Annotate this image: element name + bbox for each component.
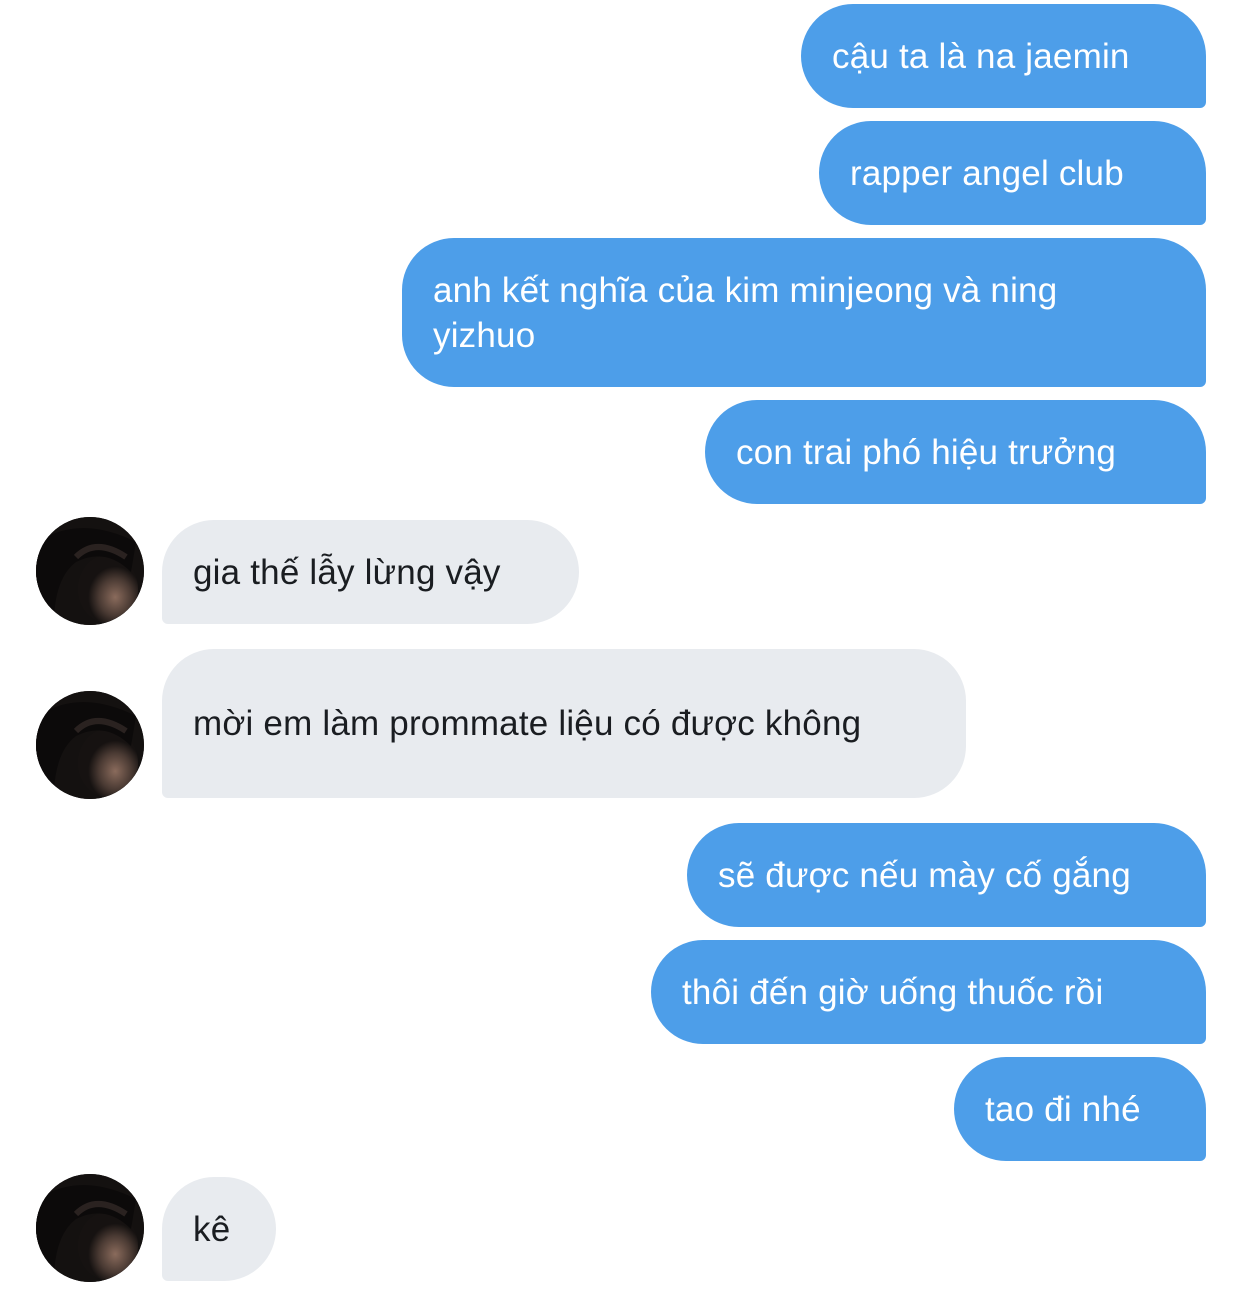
received-message-bubble[interactable]: gia thế lẫy lừng vậy	[162, 520, 579, 624]
sent-message-bubble[interactable]: rapper angel club	[819, 121, 1206, 225]
contact-avatar[interactable]	[36, 691, 144, 799]
contact-avatar[interactable]	[36, 517, 144, 625]
message-text: cậu ta là na jaemin	[832, 36, 1130, 76]
chat-thread: cậu ta là na jaemin rapper angel club an…	[0, 0, 1242, 1296]
sent-message-bubble[interactable]: cậu ta là na jaemin	[801, 4, 1206, 108]
message-text: con trai phó hiệu trưởng	[736, 432, 1117, 472]
contact-avatar[interactable]	[36, 1174, 144, 1282]
received-message-bubble[interactable]: mời em làm prommate liệu có được không	[162, 649, 966, 798]
sent-message-bubble[interactable]: con trai phó hiệu trưởng	[705, 400, 1206, 504]
sent-message-bubble[interactable]: anh kết nghĩa của kim minjeong và ning y…	[402, 238, 1206, 387]
message-text: rapper angel club	[850, 153, 1124, 193]
sent-message-bubble[interactable]: sẽ được nếu mày cố gắng	[687, 823, 1206, 927]
profile-photo-icon	[36, 517, 144, 625]
received-message-bubble[interactable]: kê	[162, 1177, 276, 1281]
message-text: thôi đến giờ uống thuốc rồi	[682, 972, 1104, 1012]
sent-message-bubble[interactable]: thôi đến giờ uống thuốc rồi	[651, 940, 1206, 1044]
message-text: kê	[193, 1209, 231, 1249]
message-text: anh kết nghĩa của kim minjeong và ning y…	[433, 270, 1068, 355]
message-text: tao đi nhé	[985, 1089, 1141, 1129]
profile-photo-icon	[36, 1174, 144, 1282]
sent-message-bubble[interactable]: tao đi nhé	[954, 1057, 1206, 1161]
profile-photo-icon	[36, 691, 144, 799]
message-text: mời em làm prommate liệu có được không	[193, 704, 862, 743]
message-text: sẽ được nếu mày cố gắng	[718, 855, 1131, 895]
message-text: gia thế lẫy lừng vậy	[193, 552, 501, 592]
